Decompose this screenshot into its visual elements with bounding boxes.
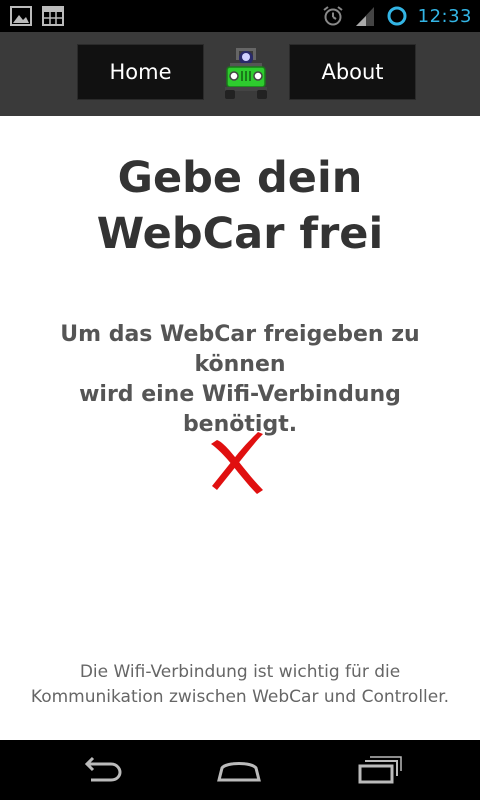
alarm-icon: [323, 6, 343, 26]
jeep-icon: [225, 48, 267, 99]
notification-area: [10, 6, 64, 26]
home-icon[interactable]: [216, 754, 262, 786]
page-title: Gebe dein WebCar frei: [96, 153, 384, 259]
red-x-icon: [211, 432, 263, 494]
signal-icon: [355, 7, 374, 26]
about-button[interactable]: About: [289, 44, 416, 100]
recent-apps-icon[interactable]: [357, 754, 403, 786]
screen: 12:33 Home About Gebe dein WebCar frei U…: [0, 0, 480, 800]
status-bar: 12:33: [0, 0, 480, 32]
gallery-notification-icon: [10, 6, 32, 26]
wifi-requirement-message: Um das WebCar freigeben zu können wird e…: [60, 322, 420, 437]
clock: 12:33: [417, 5, 472, 27]
calendar-notification-icon: [42, 6, 64, 26]
home-button[interactable]: Home: [77, 44, 204, 100]
app-header: Home About: [0, 32, 480, 116]
system-navigation-bar: [0, 740, 480, 800]
wifi-info-note: Die Wifi-Verbindung ist wichtig für die …: [30, 662, 450, 707]
system-indicators: 12:33: [322, 5, 472, 27]
sync-icon: [387, 6, 407, 26]
back-icon[interactable]: [77, 754, 123, 786]
